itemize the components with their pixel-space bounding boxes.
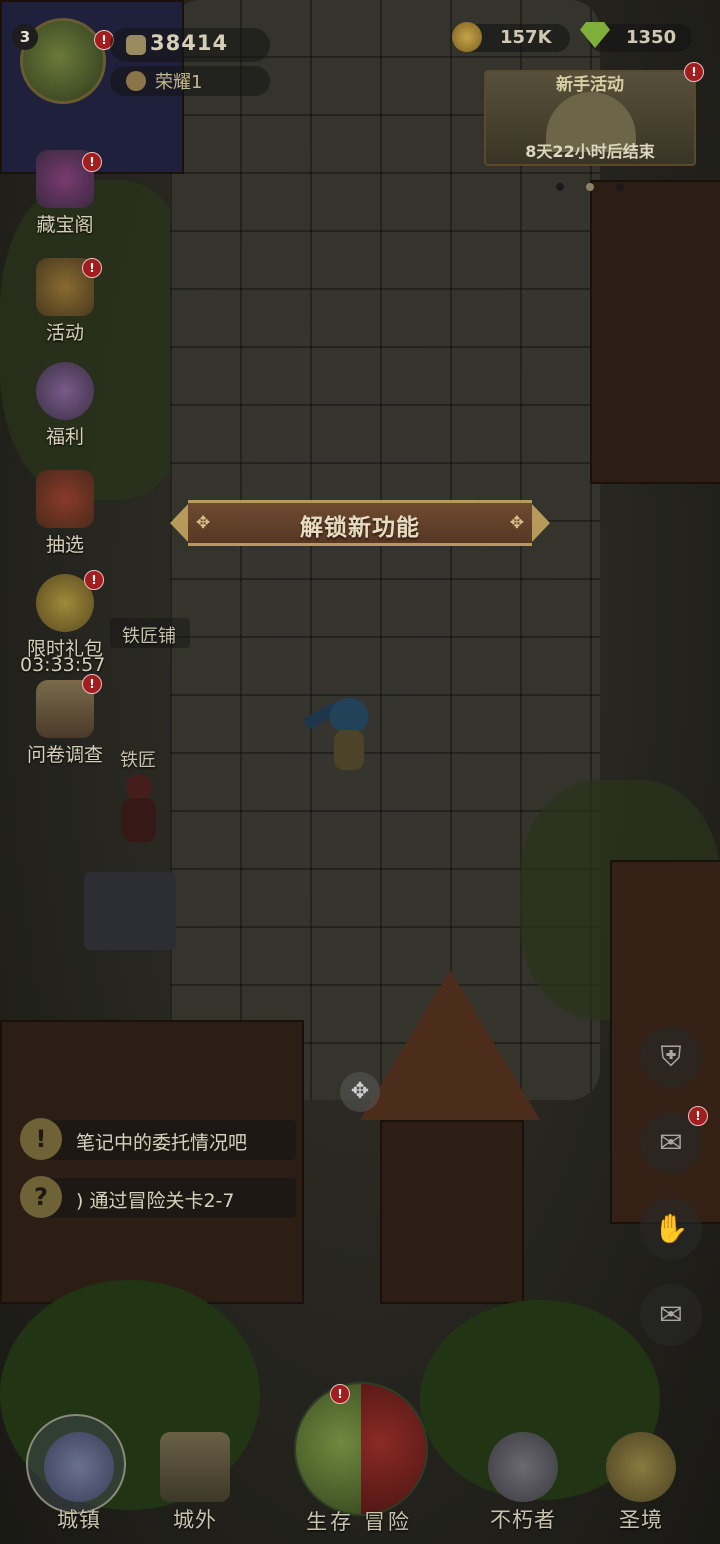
side-label: 藏宝阁	[36, 214, 94, 236]
player-level: 3	[12, 24, 38, 50]
balloons-icon	[36, 362, 94, 420]
pager-dot	[556, 183, 564, 191]
survival-adventure-button[interactable]	[294, 1382, 428, 1516]
medal-icon	[126, 71, 146, 91]
nav-center-badge: !	[330, 1384, 350, 1404]
mail-icon[interactable]: ✉	[640, 1284, 702, 1346]
castle-icon	[44, 1432, 114, 1502]
exclamation-icon: !	[20, 1118, 62, 1160]
lucky-draw-icon	[36, 470, 94, 528]
gem-amount: 1350	[626, 27, 677, 48]
nav-immortal[interactable]: 不朽者	[468, 1432, 578, 1534]
newbie-event-banner[interactable]: 新手活动 8天22小时后结束	[484, 70, 696, 166]
power-value: 38414	[150, 31, 229, 55]
limited-pack-timer: 03:33:57	[20, 654, 106, 676]
banner-pager	[556, 176, 646, 195]
blacksmith-shop-label: 铁匠铺	[122, 626, 176, 647]
pager-dot	[616, 183, 624, 191]
event-title: 新手活动	[556, 75, 624, 95]
side-label: 抽选	[45, 534, 84, 556]
dim-overlay	[0, 0, 720, 1544]
nav-label: 不朽者	[490, 1508, 556, 1532]
quest-text: 笔记中的委托情况吧	[76, 1132, 248, 1154]
quest-text: ) 通过冒险关卡2-7	[76, 1190, 235, 1212]
side-label: 活动	[45, 322, 84, 344]
backpack-icon[interactable]: ⛨	[640, 1026, 702, 1088]
coin-icon	[452, 22, 482, 52]
town-scene[interactable]	[0, 0, 720, 1544]
side-label: 福利	[45, 426, 84, 448]
nav-outside[interactable]: 城外	[140, 1432, 250, 1534]
handshake-icon[interactable]: ✋	[640, 1198, 702, 1260]
goblin-icon	[296, 1384, 361, 1514]
event-timer: 8天22小时后结束	[525, 142, 655, 161]
side-badge: !	[82, 258, 102, 278]
blacksmith-label: 铁匠	[120, 750, 156, 771]
side-welfare[interactable]: 福利	[24, 362, 106, 449]
pager-dot-active	[586, 183, 594, 191]
nav-town[interactable]: 城镇	[24, 1432, 134, 1534]
scroll-alert-badge: !	[688, 1106, 708, 1126]
side-badge: !	[82, 674, 102, 694]
side-label: 问卷调查	[26, 744, 103, 766]
side-badge: !	[84, 570, 104, 590]
move-arrows-icon[interactable]: ✥	[340, 1072, 380, 1112]
question-icon: ?	[20, 1176, 62, 1218]
nav-sanctuary[interactable]: 圣境	[586, 1432, 696, 1534]
nav-adventure-label: 冒险	[363, 1510, 412, 1534]
honor-rank: 荣耀1	[155, 72, 203, 93]
gold-amount: 157K	[500, 27, 552, 48]
side-lucky-draw[interactable]: 抽选	[24, 470, 106, 557]
nav-survival-label: 生存	[306, 1510, 355, 1534]
nav-label: 城镇	[57, 1508, 101, 1532]
unlock-banner-text: 解锁新功能	[300, 515, 420, 541]
fist-icon	[126, 35, 146, 55]
knight-helmet-icon	[488, 1432, 558, 1502]
event-alert-badge: !	[684, 62, 704, 82]
nav-label: 城外	[173, 1508, 217, 1532]
demon-icon	[361, 1384, 426, 1514]
nav-label: 圣境	[619, 1508, 663, 1532]
map-icon	[160, 1432, 230, 1502]
sanctuary-gate-icon	[606, 1432, 676, 1502]
unlock-new-feature-banner: ✥ ✥ 解锁新功能	[170, 500, 550, 546]
side-badge: !	[82, 152, 102, 172]
nav-center-label: 生存 冒险	[284, 1506, 434, 1536]
